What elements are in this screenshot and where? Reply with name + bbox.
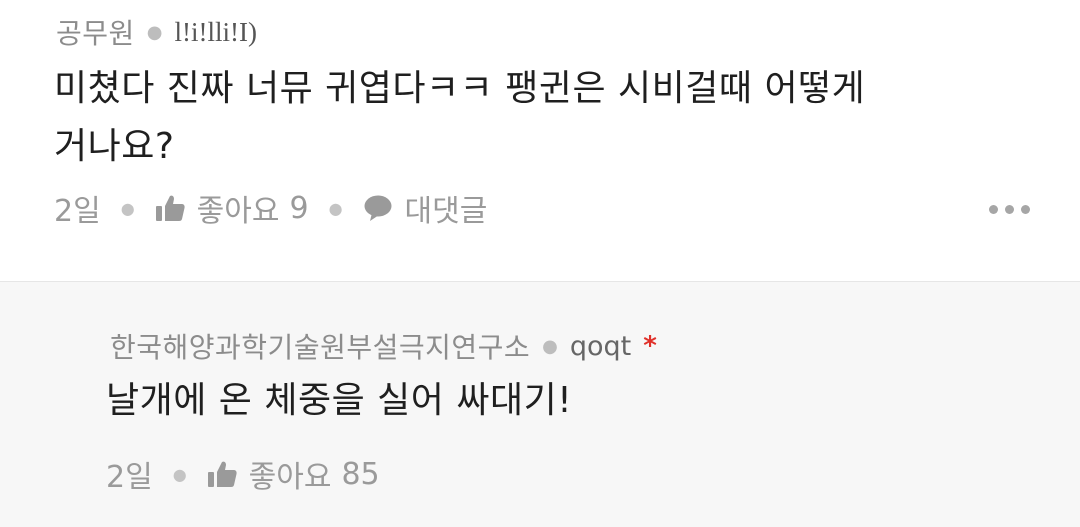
reply-time: 2일 [106, 460, 153, 495]
comment-text: 미쳤다 진짜 너뮤 귀엽다ㅋㅋ 팽귄은 시비걸때 어떻게 거나요? [54, 60, 865, 176]
comment-text-line2: 거나요? [54, 126, 175, 167]
comment-footer: 2일 ● 좋아요 9 ● 대댓글 [54, 186, 487, 230]
separator-dot: ● [328, 198, 343, 218]
reply-button[interactable]: 대댓글 [363, 186, 488, 230]
badge-star-icon: * [643, 331, 657, 361]
separator-dot: ● [172, 464, 187, 484]
more-options-icon[interactable] [989, 205, 1030, 214]
more-dot [989, 205, 998, 214]
reply-text: 날개에 온 체중을 실어 싸대기! [106, 380, 573, 421]
separator-dot: ● [120, 198, 135, 218]
like-count: 9 [289, 190, 309, 226]
speech-bubble-icon [363, 194, 393, 222]
comment-username[interactable]: l!i!lli!I) [175, 17, 257, 48]
reply-author[interactable]: 한국해양과학기술원부설극지연구소 [110, 326, 530, 366]
separator-dot: ● [146, 21, 163, 43]
reply-footer: 2일 ● 좋아요 85 [106, 452, 380, 496]
reply-header: 한국해양과학기술원부설극지연구소 ● qoqt * [110, 326, 657, 366]
comment-author[interactable]: 공무원 [56, 12, 135, 52]
thumbs-up-icon [207, 460, 237, 488]
comment-text-line1: 미쳤다 진짜 너뮤 귀엽다ㅋㅋ 팽귄은 시비걸때 어떻게 [54, 68, 866, 109]
like-label: 좋아요 [248, 460, 332, 495]
reply-label: 대댓글 [404, 194, 488, 229]
like-label: 좋아요 [196, 194, 280, 229]
comment-item: 공무원 ● l!i!lli!I) 미쳤다 진짜 너뮤 귀엽다ㅋㅋ 팽귄은 시비걸… [0, 0, 1080, 281]
more-dot [1005, 205, 1014, 214]
thumbs-up-icon [155, 194, 185, 222]
reply-username[interactable]: qoqt [570, 331, 631, 362]
like-button[interactable]: 좋아요 85 [207, 452, 380, 496]
comment-header: 공무원 ● l!i!lli!I) [56, 12, 257, 52]
more-dot [1021, 205, 1030, 214]
like-button[interactable]: 좋아요 9 [155, 186, 309, 230]
reply-item: 한국해양과학기술원부설극지연구소 ● qoqt * 날개에 온 체중을 실어 싸… [0, 281, 1080, 527]
like-count: 85 [341, 456, 380, 492]
separator-dot: ● [542, 335, 558, 357]
comment-time: 2일 [54, 194, 101, 229]
